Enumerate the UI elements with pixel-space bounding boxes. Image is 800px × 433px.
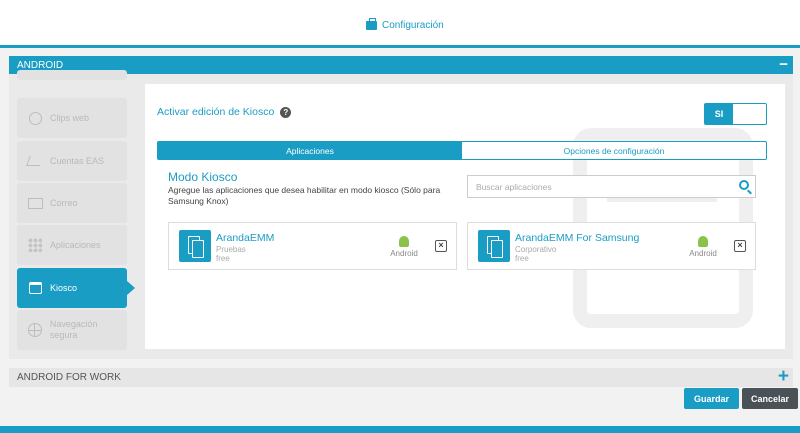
expand-icon[interactable]: + (778, 367, 789, 386)
android-for-work-title: ANDROID FOR WORK (17, 372, 121, 383)
globe-icon (22, 323, 48, 337)
save-button[interactable]: Guardar (684, 388, 739, 409)
sidebar-item-label: Aplicaciones (50, 240, 101, 250)
sidebar-item-mail[interactable]: Correo (17, 183, 127, 223)
sidebar-item-label: Correo (50, 198, 78, 208)
search-input[interactable]: Buscar aplicaciones (467, 175, 756, 198)
kiosk-edit-label: Activar edición de Kiosco ? (157, 106, 292, 118)
eas-accounts-icon (22, 156, 48, 166)
app-group: Pruebas (216, 245, 246, 254)
cancel-button[interactable]: Cancelar (742, 388, 798, 409)
kiosk-toggle-switch[interactable]: SI (704, 103, 767, 125)
app-card: ArandaEMM Pruebas free Android × (168, 222, 457, 270)
sidebar-item-label: Navegación segura (49, 319, 98, 340)
app-group: Corporativo (515, 245, 557, 254)
sidebar-item-secure-browsing[interactable]: Navegación segura (17, 310, 127, 350)
kiosk-mode-description: Agregue las aplicaciones que desea habil… (168, 185, 441, 206)
sidebar-item-apps[interactable]: Aplicaciones (17, 225, 127, 265)
search-placeholder: Buscar aplicaciones (476, 182, 552, 192)
platform-label: Android (689, 249, 717, 258)
app-name: ArandaEMM (216, 232, 275, 244)
app-price: free (216, 254, 230, 263)
switch-on-label: SI (705, 104, 733, 124)
android-icon (698, 236, 708, 247)
header-title-text: Configuración (382, 20, 444, 31)
sidebar-item-kiosk[interactable]: Kiosco (17, 268, 135, 308)
apps-grid-icon (22, 238, 48, 252)
collapse-icon[interactable]: − (779, 57, 788, 72)
kiosk-icon (22, 282, 48, 294)
sidebar-item-label: Clips web (50, 113, 90, 123)
remove-app-icon[interactable]: × (435, 240, 447, 252)
app-icon (179, 230, 211, 262)
top-header: Configuración (0, 0, 800, 48)
kiosk-content: Activar edición de Kiosco ? SI Aplicacio… (145, 84, 785, 349)
web-clip-icon (22, 111, 48, 125)
help-icon[interactable]: ? (280, 106, 292, 118)
remove-app-icon[interactable]: × (734, 240, 746, 252)
app-price: free (515, 254, 529, 263)
android-panel: Clips web Cuentas EAS Correo Aplicacione… (9, 70, 793, 359)
bottom-bar (0, 426, 800, 433)
sidebar-item-eas-accounts[interactable]: Cuentas EAS (17, 141, 127, 181)
sidebar-item-label: Cuentas EAS (50, 156, 105, 166)
sidebar-item-partial (17, 70, 127, 80)
tab-config-options[interactable]: Opciones de configuración (462, 142, 766, 159)
kiosk-edit-text: Activar edición de Kiosco (157, 106, 275, 118)
app-icon (478, 230, 510, 262)
briefcase-icon (366, 18, 377, 30)
android-platform: Android (686, 236, 720, 258)
app-card: ArandaEMM For Samsung Corporativo free A… (467, 222, 756, 270)
sidebar-item-web-clips[interactable]: Clips web (17, 98, 127, 138)
search-icon[interactable] (739, 180, 749, 190)
tab-applications[interactable]: Aplicaciones (158, 142, 462, 159)
mail-icon (22, 197, 48, 209)
app-meta: Pruebas free (216, 245, 246, 263)
tab-bar: Aplicaciones Opciones de configuración (157, 141, 767, 160)
android-platform: Android (387, 236, 421, 258)
sidebar-item-label: Kiosco (50, 283, 78, 293)
platform-label: Android (390, 249, 418, 258)
app-name: ArandaEMM For Samsung (515, 232, 640, 244)
header-title: Configuración (366, 18, 444, 31)
android-for-work-section[interactable]: ANDROID FOR WORK + (9, 367, 793, 387)
android-icon (399, 236, 409, 247)
app-meta: Corporativo free (515, 245, 556, 263)
kiosk-mode-title: Modo Kiosco (168, 170, 238, 184)
